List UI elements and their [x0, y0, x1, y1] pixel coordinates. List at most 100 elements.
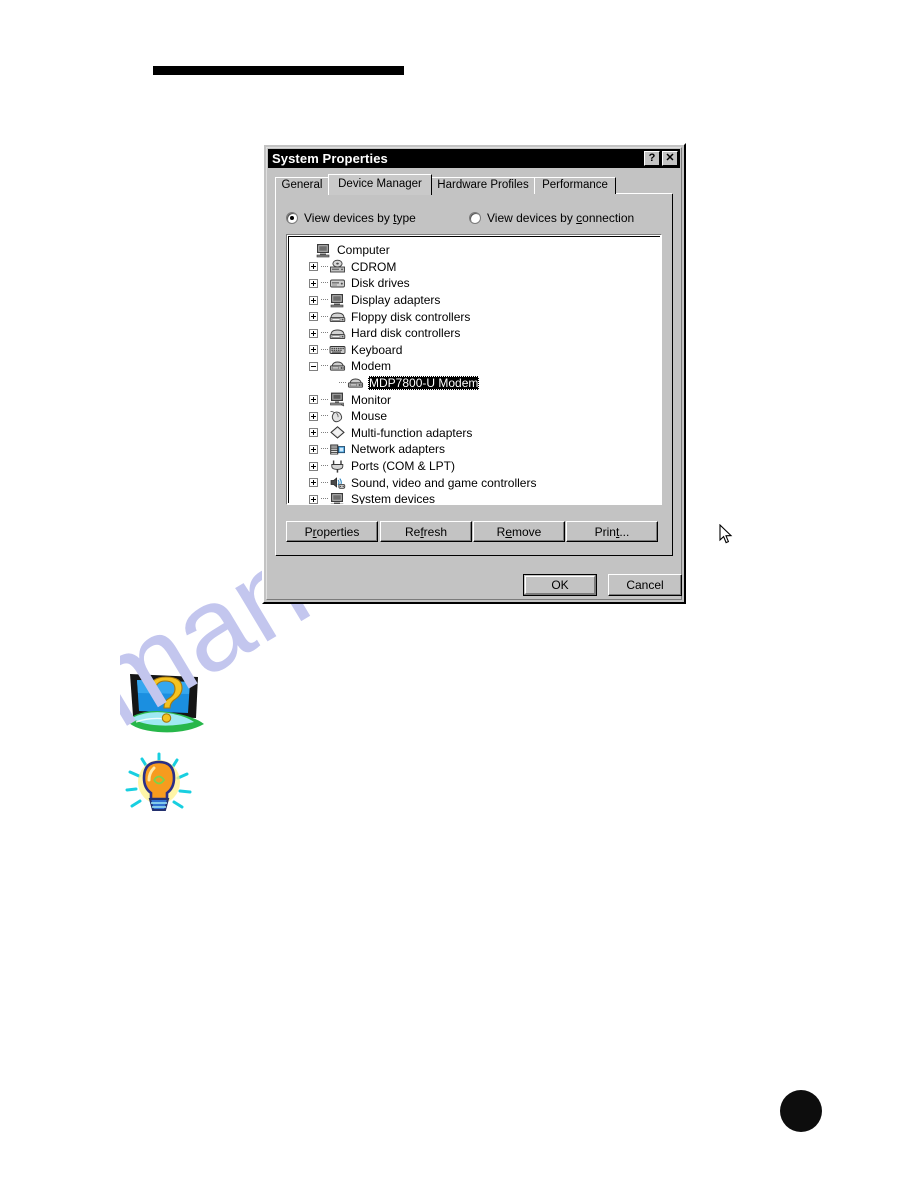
- remove-button-label: Remove: [496, 524, 542, 539]
- device-tree-item[interactable]: MDP7800-U Modem: [295, 375, 660, 392]
- expander-minus-icon[interactable]: [309, 361, 318, 371]
- system-properties-dialog: System Properties ? ✕ General Device Mana…: [262, 143, 733, 604]
- port-plug-icon: [329, 459, 346, 474]
- expander-plus-icon[interactable]: [309, 262, 318, 272]
- device-tree-item[interactable]: Ports (COM & LPT): [295, 458, 660, 475]
- tree-connector: [339, 382, 346, 384]
- tab-label: Device Manager: [338, 178, 422, 190]
- device-tree-item[interactable]: Floppy disk controllers: [295, 308, 660, 325]
- lightbulb-clipart: [122, 752, 194, 818]
- expander-plus-icon[interactable]: [309, 444, 318, 454]
- device-tree-item[interactable]: Sound, video and game controllers: [295, 474, 660, 491]
- device-tree-item-label: Multi-function adapters: [351, 425, 473, 440]
- device-tree-item-label: Sound, video and game controllers: [351, 475, 537, 490]
- device-tree-item-label: Mouse: [351, 409, 388, 424]
- hard-disk-controller-icon: [329, 326, 346, 341]
- device-tree-item-label: Keyboard: [351, 342, 403, 357]
- view-mode-radio-group: View devices by type View devices by conn…: [286, 211, 666, 229]
- tab-label: Performance: [542, 179, 608, 191]
- display-adapter-icon: [329, 293, 346, 308]
- dialog-titlebar: System Properties ? ✕: [268, 149, 680, 168]
- device-tree-item[interactable]: Network adapters: [295, 441, 660, 458]
- expander-plus-icon[interactable]: [309, 478, 318, 488]
- device-tree-item-label: Floppy disk controllers: [351, 309, 471, 324]
- page-header-rule: [153, 66, 404, 75]
- device-tree-item[interactable]: Disk drives: [295, 275, 660, 292]
- expander-plus-icon[interactable]: [309, 461, 318, 471]
- tab-device-manager[interactable]: Device Manager: [328, 174, 432, 195]
- expander-plus-icon[interactable]: [309, 295, 318, 305]
- device-tree-item[interactable]: Mouse: [295, 408, 660, 425]
- device-tree-item[interactable]: Multi-function adapters: [295, 425, 660, 442]
- device-tree-item-label: Ports (COM & LPT): [351, 459, 456, 474]
- tree-connector: [321, 498, 328, 500]
- cancel-button[interactable]: Cancel: [608, 574, 682, 596]
- device-tree-item-label: System devices: [351, 492, 436, 505]
- sound-game-icon: [329, 475, 346, 490]
- tab-hardware-profiles[interactable]: Hardware Profiles: [431, 177, 535, 194]
- device-tree-item-label: Network adapters: [351, 442, 446, 457]
- refresh-button[interactable]: Refresh: [380, 521, 472, 542]
- expander-plus-icon[interactable]: [309, 328, 318, 338]
- device-tree-listbox[interactable]: Computer CDROM Disk drives Display adapters…: [286, 234, 662, 505]
- tree-connector: [321, 481, 328, 484]
- tree-connector: [321, 415, 328, 417]
- expander-plus-icon[interactable]: [309, 494, 318, 504]
- view-devices-radio-by-type[interactable]: View devices by type: [286, 211, 416, 225]
- tree-connector: [321, 448, 328, 450]
- device-tree-item-label: Disk drives: [351, 276, 410, 291]
- monitor-icon: [329, 392, 346, 407]
- expander-plus-icon[interactable]: [309, 411, 318, 421]
- expander-plus-icon[interactable]: [309, 278, 318, 288]
- tab-general[interactable]: General: [275, 177, 329, 194]
- disk-drive-icon: [329, 276, 346, 291]
- modem-icon: [329, 359, 346, 374]
- floppy-controller-icon: [329, 309, 346, 324]
- modem-icon: [347, 376, 364, 391]
- tab-label: Hardware Profiles: [437, 179, 529, 191]
- radio-label: View devices by type: [304, 211, 416, 225]
- tree-connector: [321, 348, 328, 351]
- remove-button[interactable]: Remove: [473, 521, 565, 542]
- expander-plus-icon[interactable]: [309, 395, 318, 405]
- device-tree: Computer CDROM Disk drives Display adapters…: [288, 236, 660, 505]
- tree-connector: [321, 265, 328, 268]
- tree-connector: [321, 332, 328, 334]
- device-tree-item[interactable]: System devices: [295, 491, 660, 505]
- tree-connector: [321, 282, 328, 284]
- tree-connector: [321, 398, 328, 401]
- tree-connector: [321, 365, 328, 367]
- device-tree-item-label: Computer: [337, 243, 390, 258]
- tree-connector: [321, 431, 328, 434]
- cdrom-icon: [329, 259, 346, 274]
- device-tree-item-label: Modem: [351, 359, 392, 374]
- system-device-icon: [329, 492, 346, 504]
- expander-plus-icon[interactable]: [309, 312, 318, 322]
- tree-connector: [321, 465, 328, 467]
- device-tree-item[interactable]: Hard disk controllers: [295, 325, 660, 342]
- device-tree-item[interactable]: Monitor: [295, 391, 660, 408]
- ok-button[interactable]: OK: [523, 574, 597, 596]
- print-button[interactable]: Print...: [566, 521, 658, 542]
- refresh-button-label: Refresh: [404, 524, 448, 539]
- device-tree-item[interactable]: Display adapters: [295, 292, 660, 309]
- tab-performance[interactable]: Performance: [534, 177, 616, 194]
- tab-label: General: [281, 179, 323, 191]
- ok-button-label: OK: [525, 576, 595, 594]
- device-tree-item[interactable]: Computer: [295, 242, 660, 259]
- properties-button[interactable]: Properties: [286, 521, 378, 542]
- expander-plus-icon[interactable]: [309, 345, 318, 355]
- help-button[interactable]: ?: [644, 151, 660, 166]
- device-tree-item[interactable]: CDROM: [295, 259, 660, 276]
- keyboard-icon: [329, 342, 346, 357]
- expander-plus-icon[interactable]: [309, 428, 318, 438]
- device-tree-item[interactable]: Keyboard: [295, 342, 660, 359]
- view-devices-radio-by-connection[interactable]: View devices by connection: [469, 211, 634, 225]
- device-tree-item-label: Monitor: [351, 392, 392, 407]
- tab-strip: General Device Manager Hardware Profiles Pe…: [275, 174, 673, 195]
- device-tree-item[interactable]: Modem: [295, 358, 660, 375]
- device-tree-item-label: MDP7800-U Modem: [368, 376, 480, 391]
- print-button-label: Print...: [594, 524, 630, 539]
- close-button[interactable]: ✕: [662, 151, 678, 166]
